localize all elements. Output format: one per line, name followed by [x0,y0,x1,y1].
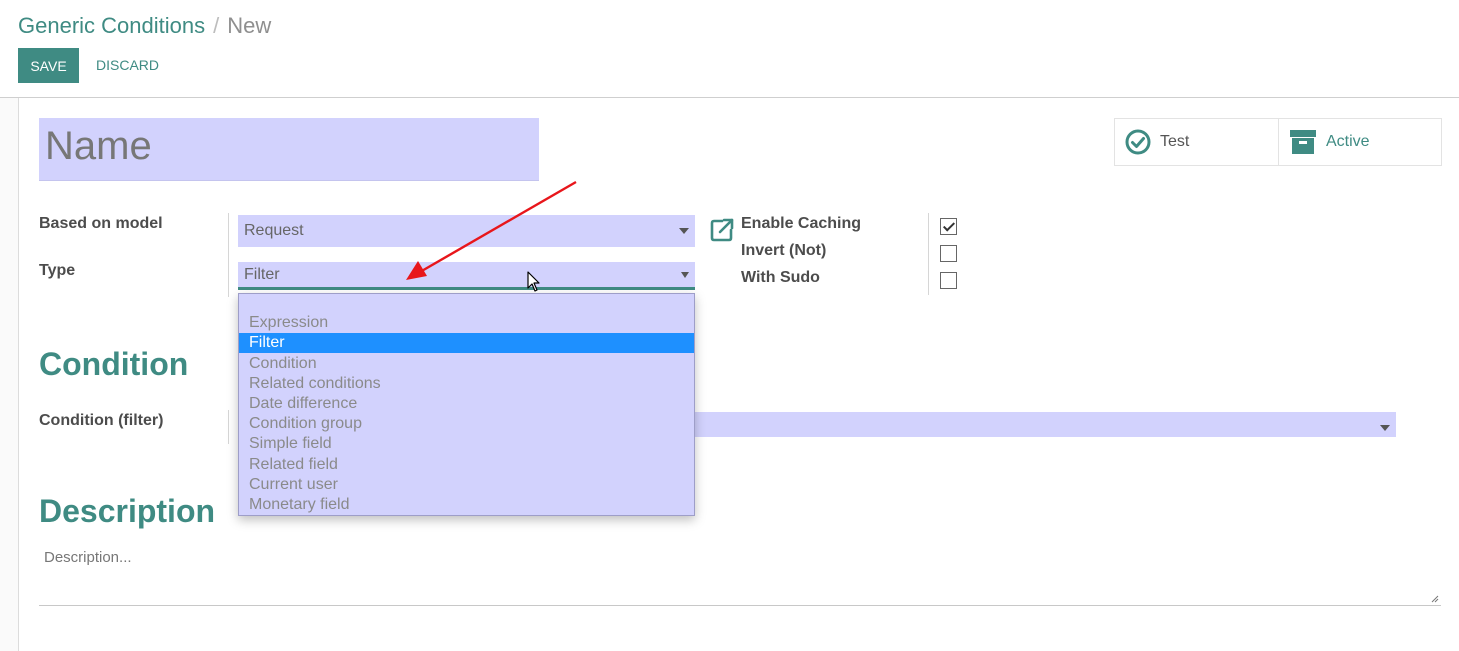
archive-icon [1289,129,1317,155]
description-section-title: Description [39,493,216,529]
dropdown-option[interactable]: Condition [239,354,694,374]
dropdown-option[interactable]: Simple field [239,434,694,454]
based-on-model-label: Based on model [39,215,163,232]
invert-checkbox[interactable] [940,245,957,262]
active-button-label: Active [1326,133,1370,150]
check-circle-icon [1125,129,1151,155]
name-input[interactable]: Name [39,118,539,181]
type-label: Type [39,262,76,279]
chevron-down-icon [681,271,689,278]
condition-filter-label: Condition (filter) [39,412,164,429]
invert-label: Invert (Not) [741,242,827,259]
condition-section-title: Condition [39,346,189,382]
dropdown-option[interactable]: Related field [239,455,694,475]
resize-handle-icon[interactable] [1431,595,1439,603]
test-button[interactable]: Test [1115,119,1278,165]
test-button-label: Test [1160,133,1190,150]
left-gutter [0,98,19,651]
discard-button[interactable]: DISCARD [96,57,159,73]
model-select-value: Request [244,222,304,239]
enable-caching-label: Enable Caching [741,215,862,232]
breadcrumb: Generic Conditions / New [18,13,271,39]
field-separator [928,213,929,295]
button-box: Test Active [1114,118,1442,166]
type-select-value: Filter [244,265,280,283]
dropdown-option[interactable]: Expression [239,313,694,333]
enable-caching-checkbox[interactable] [940,218,957,235]
dropdown-option[interactable]: Condition group [239,414,694,434]
mouse-cursor-icon [527,271,540,292]
breadcrumb-parent-link[interactable]: Generic Conditions [18,13,205,38]
chevron-down-icon [1380,424,1390,431]
dropdown-option[interactable]: Related conditions [239,374,694,394]
active-toggle-button[interactable]: Active [1278,119,1441,165]
dropdown-option[interactable]: Date difference [239,394,694,414]
dropdown-option[interactable]: Current user [239,475,694,495]
dropdown-option-selected[interactable]: Filter [239,333,694,353]
description-textarea[interactable]: Description... [39,545,1441,606]
description-placeholder: Description... [44,549,132,566]
annotation-arrow-icon [406,180,577,280]
external-link-icon[interactable] [709,217,735,248]
dropdown-option[interactable]: Monetary field [239,495,694,515]
with-sudo-label: With Sudo [741,269,820,286]
breadcrumb-separator: / [213,13,220,38]
field-separator [228,213,229,297]
control-panel: Generic Conditions / New SAVE DISCARD [0,0,1459,98]
chevron-down-icon [679,228,689,234]
field-separator [228,410,229,444]
with-sudo-checkbox[interactable] [940,272,957,289]
type-dropdown-list: Expression Filter Condition Related cond… [238,293,695,516]
save-button[interactable]: SAVE [18,48,79,83]
breadcrumb-current: New [227,13,272,38]
